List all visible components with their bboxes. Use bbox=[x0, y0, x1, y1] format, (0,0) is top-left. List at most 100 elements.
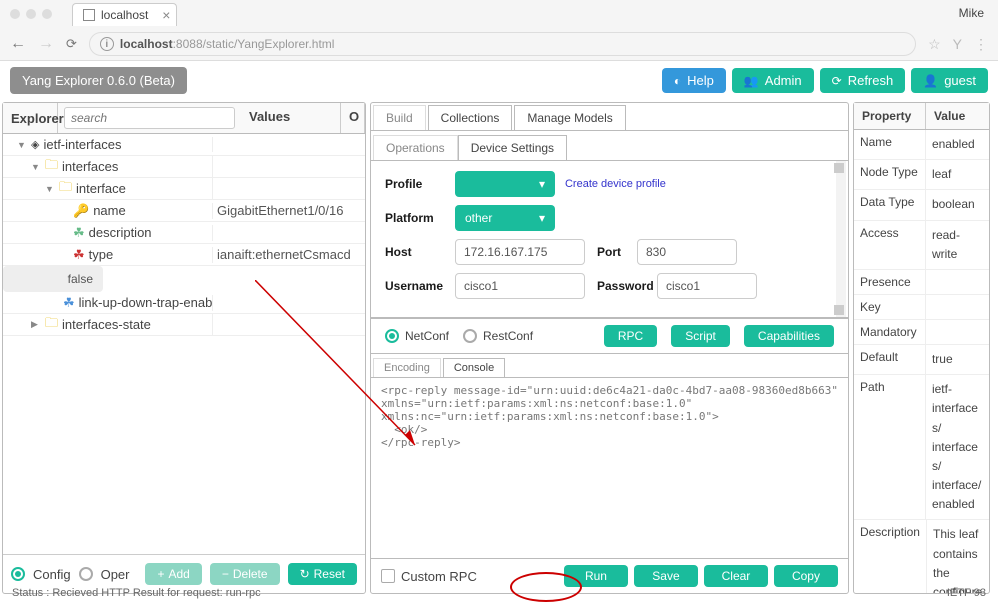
reset-button[interactable]: ↻Reset bbox=[288, 563, 357, 585]
op-header: O bbox=[341, 103, 365, 133]
tree-row[interactable]: ☘link-up-down-trap-enable bbox=[3, 292, 365, 314]
property-row: Mandatory bbox=[854, 320, 989, 345]
subtab-device-settings[interactable]: Device Settings bbox=[458, 135, 567, 160]
port-label: Port bbox=[597, 245, 637, 259]
tree-row[interactable]: ☘description bbox=[3, 222, 365, 244]
property-row: Pathietf-interfaces/ interfaces/ interfa… bbox=[854, 375, 989, 520]
tab-manage-models[interactable]: Manage Models bbox=[514, 105, 625, 130]
tree-row[interactable]: ▶🗀interfaces-state bbox=[3, 314, 365, 336]
username-label: Username bbox=[385, 279, 455, 293]
tab-collections[interactable]: Collections bbox=[428, 105, 513, 130]
profile-label: Profile bbox=[385, 177, 455, 191]
restconf-label: RestConf bbox=[483, 329, 533, 343]
create-profile-link[interactable]: Create device profile bbox=[565, 178, 666, 190]
page-icon bbox=[83, 9, 95, 21]
netconf-radio[interactable] bbox=[385, 329, 399, 343]
netconf-label: NetConf bbox=[405, 329, 449, 343]
explorer-header: Explorer bbox=[3, 103, 58, 133]
rpc-button[interactable]: RPC bbox=[604, 325, 657, 347]
property-header: Property bbox=[854, 103, 926, 129]
custom-rpc-label: Custom RPC bbox=[401, 569, 477, 584]
extension-icon[interactable]: Y bbox=[953, 36, 962, 52]
oper-label: Oper bbox=[101, 567, 130, 582]
address-bar[interactable]: i localhost:8088/static/YangExplorer.htm… bbox=[89, 32, 916, 56]
app-bar: Yang Explorer 0.6.0 (Beta) ◐Help 👥Admin … bbox=[0, 61, 998, 100]
device-settings-form: Profile ▾ Create device profile Platform… bbox=[371, 161, 848, 318]
tab-build[interactable]: Build bbox=[373, 105, 426, 130]
forward-icon[interactable]: → bbox=[38, 35, 54, 53]
console-output: <rpc-reply message-id="urn:uuid:de6c4a21… bbox=[371, 377, 848, 558]
tab-title: localhost bbox=[101, 8, 148, 22]
platform-select[interactable]: other▾ bbox=[455, 205, 555, 231]
status-right: IETF 93 bbox=[947, 587, 986, 599]
property-row: Accessread-write bbox=[854, 221, 989, 270]
refresh-icon: ⟳ bbox=[832, 74, 842, 88]
tree-row[interactable]: ▼🗀interfaces bbox=[3, 156, 365, 178]
subtab-operations[interactable]: Operations bbox=[373, 135, 458, 160]
site-info-icon[interactable]: i bbox=[100, 37, 114, 51]
value-header: Value bbox=[926, 103, 989, 129]
config-label: Config bbox=[33, 567, 71, 582]
center-panel: Build Collections Manage Models Operatio… bbox=[370, 102, 849, 594]
password-input[interactable]: cisco1 bbox=[657, 273, 757, 299]
app-title: Yang Explorer 0.6.0 (Beta) bbox=[10, 67, 187, 94]
admin-button[interactable]: 👥Admin bbox=[732, 68, 814, 93]
values-header: Values bbox=[241, 103, 341, 133]
custom-rpc-checkbox[interactable] bbox=[381, 569, 395, 583]
scrollbar[interactable] bbox=[836, 161, 846, 317]
tab-console[interactable]: Console bbox=[443, 358, 505, 377]
chevron-down-icon: ▾ bbox=[539, 211, 545, 225]
add-button[interactable]: +Add bbox=[145, 563, 201, 585]
tree-row[interactable]: ☘typeianaift:ethernetCsmacd bbox=[3, 244, 365, 266]
reload-icon[interactable]: ⟳ bbox=[66, 36, 77, 52]
help-button[interactable]: ◐Help bbox=[662, 68, 726, 93]
tree-row[interactable]: ☘enabledfalse bbox=[3, 266, 103, 292]
tree-row[interactable]: ▼🗀interface bbox=[3, 178, 365, 200]
minus-icon: − bbox=[222, 567, 229, 581]
tree-row[interactable]: 🔑nameGigabitEthernet1/0/16 bbox=[3, 200, 365, 222]
search-input[interactable] bbox=[64, 107, 235, 129]
browser-chrome: localhost × Mike ← → ⟳ i localhost:8088/… bbox=[0, 0, 998, 61]
oper-radio[interactable] bbox=[79, 567, 93, 581]
status-text: Status : Recieved HTTP Result for reques… bbox=[12, 587, 261, 599]
reset-icon: ↻ bbox=[300, 567, 310, 581]
bookmark-icon[interactable]: ☆ bbox=[928, 36, 941, 53]
profile-select[interactable]: ▾ bbox=[455, 171, 555, 197]
users-icon: 👥 bbox=[744, 74, 759, 88]
restconf-radio[interactable] bbox=[463, 329, 477, 343]
browser-tab[interactable]: localhost × bbox=[72, 3, 177, 26]
platform-label: Platform bbox=[385, 211, 455, 225]
user-icon: 👤 bbox=[923, 74, 938, 88]
browser-user-label: Mike bbox=[959, 6, 984, 20]
username-input[interactable]: cisco1 bbox=[455, 273, 585, 299]
status-bar: Status : Recieved HTTP Result for reques… bbox=[0, 583, 998, 603]
capabilities-button[interactable]: Capabilities bbox=[744, 325, 834, 347]
host-label: Host bbox=[385, 245, 455, 259]
properties-panel: Property Value NameenabledNode TypeleafD… bbox=[853, 102, 990, 594]
tab-encoding[interactable]: Encoding bbox=[373, 358, 441, 377]
property-row: Node Typeleaf bbox=[854, 160, 989, 190]
github-icon: ◐ bbox=[674, 74, 681, 88]
config-radio[interactable] bbox=[11, 567, 25, 581]
explorer-panel: Explorer Values O ▼◈ietf-interfaces▼🗀int… bbox=[2, 102, 366, 594]
port-input[interactable]: 830 bbox=[637, 239, 737, 265]
password-label: Password bbox=[597, 279, 657, 293]
close-icon[interactable]: × bbox=[162, 7, 170, 23]
guest-button[interactable]: 👤guest bbox=[911, 68, 988, 93]
back-icon[interactable]: ← bbox=[10, 35, 26, 53]
properties-list: NameenabledNode TypeleafData Typeboolean… bbox=[854, 130, 989, 593]
host-input[interactable]: 172.16.167.175 bbox=[455, 239, 585, 265]
script-button[interactable]: Script bbox=[671, 325, 730, 347]
property-row: Defaulttrue bbox=[854, 345, 989, 375]
property-row: Nameenabled bbox=[854, 130, 989, 160]
property-row: Presence bbox=[854, 270, 989, 295]
plus-icon: + bbox=[157, 567, 164, 581]
property-row: Data Typeboolean bbox=[854, 190, 989, 220]
delete-button[interactable]: −Delete bbox=[210, 563, 280, 585]
property-row: Key bbox=[854, 295, 989, 320]
refresh-button[interactable]: ⟳Refresh bbox=[820, 68, 906, 93]
model-tree[interactable]: ▼◈ietf-interfaces▼🗀interfaces▼🗀interface… bbox=[3, 134, 365, 554]
chevron-down-icon: ▾ bbox=[539, 177, 545, 191]
menu-icon[interactable]: ⋮ bbox=[974, 36, 988, 53]
tree-row[interactable]: ▼◈ietf-interfaces bbox=[3, 134, 365, 156]
